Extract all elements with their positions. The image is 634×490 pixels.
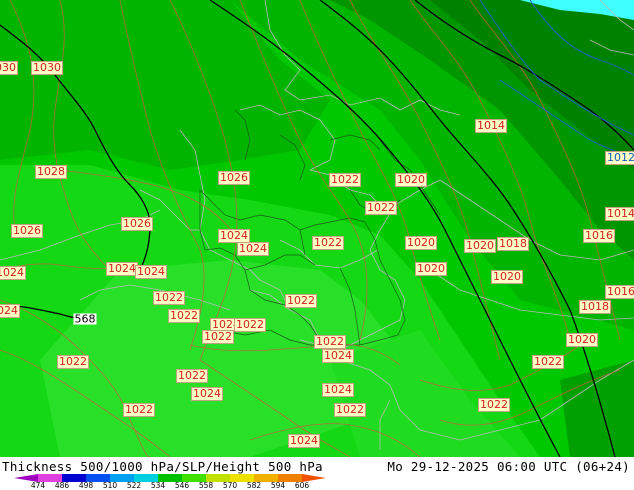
slp-label: 1024	[106, 262, 138, 276]
height-contour-label: 568	[73, 312, 97, 326]
scale-tick-label: 546	[174, 481, 190, 490]
slp-label: 1018	[497, 237, 529, 251]
scale-tick-label: 474	[30, 481, 46, 490]
slp-label: 1024	[191, 387, 223, 401]
slp-label: 1018	[579, 300, 611, 314]
slp-label: 1024	[218, 229, 250, 243]
slp-label: 1022	[234, 318, 266, 332]
weather-map: 1030103010281026102610261024102410241024…	[0, 0, 634, 457]
scale-tick-label: 510	[102, 481, 118, 490]
slp-label: 1024	[322, 349, 354, 363]
slp-label: 1020	[464, 239, 496, 253]
slp-label: 1022	[285, 294, 317, 308]
slp-label: 1022	[202, 330, 234, 344]
slp-label: 1020	[491, 270, 523, 284]
scale-tick-label: 534	[150, 481, 166, 490]
slp-label: 1022	[334, 403, 366, 417]
valid-time: Mo 29-12-2025 06:00 UTC (06+24)	[387, 459, 630, 474]
scale-tick-label: 522	[126, 481, 142, 490]
slp-label: 1022	[153, 291, 185, 305]
slp-label: 1022	[57, 355, 89, 369]
scale-tick-label: 582	[246, 481, 262, 490]
map-canvas	[0, 0, 634, 457]
scale-tick-label: 486	[54, 481, 70, 490]
slp-label: 1022	[365, 201, 397, 215]
scale-tick-label: 558	[198, 481, 214, 490]
slp-label: 1014	[605, 207, 634, 221]
slp-label: 1024	[0, 304, 20, 318]
slp-label-low: 1012	[605, 151, 634, 165]
slp-label: 1026	[11, 224, 43, 238]
thickness-scale-ticks: 474 486 498 510 522 534 546 558 570 582 594 606	[0, 482, 400, 490]
slp-label: 1020	[415, 262, 447, 276]
slp-label: 1024	[135, 265, 167, 279]
slp-label: 1022	[478, 398, 510, 412]
slp-label: 1022	[329, 173, 361, 187]
slp-label: 1022	[532, 355, 564, 369]
map-footer: Thickness 500/1000 hPa/SLP/Height 500 hP…	[0, 457, 634, 490]
slp-label: 1024	[0, 266, 26, 280]
scale-tick-label: 594	[270, 481, 286, 490]
scale-tick-label: 606	[294, 481, 310, 490]
map-title: Thickness 500/1000 hPa/SLP/Height 500 hP…	[2, 459, 323, 474]
slp-label: 1022	[123, 403, 155, 417]
slp-label: 1030	[0, 61, 18, 75]
slp-label: 1026	[121, 217, 153, 231]
slp-label: 1020	[405, 236, 437, 250]
slp-label: 1022	[314, 335, 346, 349]
slp-label: 1022	[168, 309, 200, 323]
slp-label: 1016	[605, 285, 634, 299]
slp-label: 1022	[312, 236, 344, 250]
slp-label: 1020	[566, 333, 598, 347]
slp-label: 1020	[395, 173, 427, 187]
slp-label: 1024	[322, 383, 354, 397]
scale-tick-label: 570	[222, 481, 238, 490]
slp-label: 1014	[475, 119, 507, 133]
slp-label: 1016	[583, 229, 615, 243]
slp-label: 1022	[176, 369, 208, 383]
scale-tick-label: 498	[78, 481, 94, 490]
slp-label: 1030	[31, 61, 63, 75]
slp-label: 1026	[218, 171, 250, 185]
slp-label: 1028	[35, 165, 67, 179]
slp-label: 1024	[288, 434, 320, 448]
slp-label: 1024	[237, 242, 269, 256]
